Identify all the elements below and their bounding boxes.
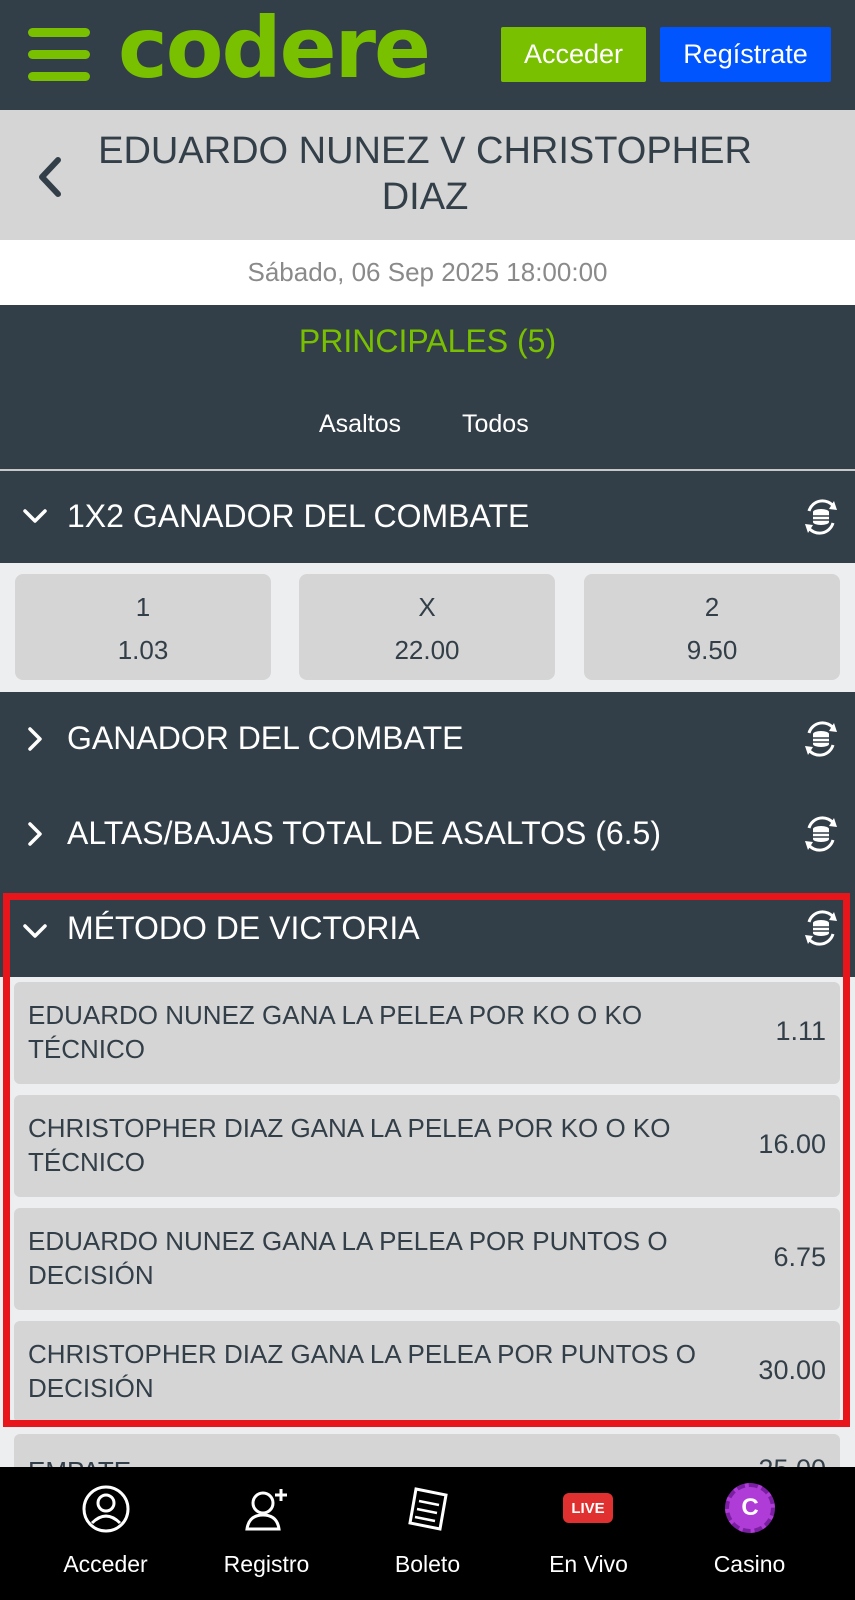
selection-odd: 1.11: [775, 1016, 826, 1046]
market-title: ALTAS/BAJAS TOTAL DE ASALTOS (6.5): [67, 815, 661, 851]
selection-name: EDUARDO NUNEZ GANA LA PELEA POR KO O KO …: [28, 1000, 643, 1064]
odd-button-2[interactable]: 2 9.50: [584, 574, 840, 680]
event-title-line1: EDUARDO NUNEZ V CHRISTOPHER: [98, 130, 752, 172]
market-title: 1X2 GANADOR DEL COMBATE: [67, 498, 530, 534]
bet-builder-icon[interactable]: [801, 497, 841, 537]
live-icon: LIVE: [563, 1493, 613, 1523]
login-button[interactable]: Acceder: [501, 27, 646, 82]
selection-odd: 16.00: [758, 1129, 826, 1159]
odd-label: X: [418, 592, 436, 622]
codere-logo[interactable]: codere: [118, 6, 431, 90]
chevron-down-icon: [23, 924, 47, 938]
nav-label: Casino: [713, 1551, 786, 1577]
odd-label: 1: [135, 592, 151, 622]
back-chevron-icon[interactable]: [30, 152, 70, 202]
odds-row-1x2: 1 1.03 X 22.00 2 9.50: [0, 564, 855, 692]
odd-value: 1.03: [117, 635, 169, 665]
nav-registro[interactable]: Registro: [181, 1467, 352, 1600]
nav-label: Acceder: [63, 1551, 148, 1577]
odd-value: 22.00: [394, 635, 460, 665]
selection-row[interactable]: CHRISTOPHER DIAZ GANA LA PELEA POR PUNTO…: [14, 1321, 840, 1423]
chevron-right-icon: [28, 727, 42, 751]
market-header-ganador[interactable]: GANADOR DEL COMBATE: [0, 692, 855, 787]
market-header-1x2[interactable]: 1X2 GANADOR DEL COMBATE: [0, 471, 855, 563]
odd-label: 2: [704, 592, 720, 622]
bottom-nav: Acceder Registro Boleto LIVE En Vivo C C…: [0, 1467, 855, 1600]
market-header-altas-bajas[interactable]: ALTAS/BAJAS TOTAL DE ASALTOS (6.5): [0, 787, 855, 882]
nav-casino[interactable]: C Casino: [664, 1467, 835, 1600]
top-header: codere Acceder Regístrate: [0, 0, 855, 110]
market-header-metodo[interactable]: MÉTODO DE VICTORIA: [0, 882, 855, 977]
register-button[interactable]: Regístrate: [660, 27, 831, 82]
nav-label: En Vivo: [549, 1551, 628, 1577]
chevron-down-icon: [23, 509, 47, 523]
nav-boleto[interactable]: Boleto: [342, 1467, 513, 1600]
nav-label: Registro: [223, 1551, 310, 1577]
event-datetime: Sábado, 06 Sep 2025 18:00:00: [0, 240, 855, 305]
selection-odd: 6.75: [773, 1242, 826, 1272]
tab-todos[interactable]: Todos: [462, 410, 529, 439]
selection-name: CHRISTOPHER DIAZ GANA LA PELEA POR PUNTO…: [28, 1339, 697, 1403]
add-user-icon: [245, 1489, 287, 1531]
tab-asaltos[interactable]: Asaltos: [319, 410, 401, 439]
market-tabs: PRINCIPALES (5) Asaltos Todos: [0, 305, 855, 470]
tab-principales[interactable]: PRINCIPALES (5): [0, 323, 855, 360]
user-icon: [82, 1485, 130, 1533]
ticket-icon: [408, 1487, 448, 1531]
casino-chip-icon: C: [725, 1483, 775, 1533]
market-title: MÉTODO DE VICTORIA: [67, 910, 420, 946]
selection-row[interactable]: EDUARDO NUNEZ GANA LA PELEA POR PUNTOS O…: [14, 1208, 840, 1310]
nav-label: Boleto: [394, 1551, 461, 1577]
nav-acceder[interactable]: Acceder: [20, 1467, 191, 1600]
chevron-right-icon: [28, 822, 42, 846]
selection-row[interactable]: EDUARDO NUNEZ GANA LA PELEA POR KO O KO …: [14, 982, 840, 1084]
hamburger-menu-icon[interactable]: [28, 28, 90, 82]
event-title: EDUARDO NUNEZ V CHRISTOPHER DIAZ: [90, 128, 760, 220]
selection-name: EDUARDO NUNEZ GANA LA PELEA POR PUNTOS O…: [28, 1226, 668, 1290]
selection-row[interactable]: CHRISTOPHER DIAZ GANA LA PELEA POR KO O …: [14, 1095, 840, 1197]
event-title-line2: DIAZ: [381, 176, 469, 218]
market-title: GANADOR DEL COMBATE: [67, 720, 464, 756]
bet-builder-icon[interactable]: [801, 814, 841, 854]
selection-name: CHRISTOPHER DIAZ GANA LA PELEA POR KO O …: [28, 1113, 671, 1177]
odd-button-1[interactable]: 1 1.03: [15, 574, 271, 680]
event-title-bar: EDUARDO NUNEZ V CHRISTOPHER DIAZ: [0, 110, 855, 240]
bet-builder-icon[interactable]: [801, 719, 841, 759]
odd-value: 9.50: [686, 635, 738, 665]
bet-builder-icon[interactable]: [801, 908, 841, 948]
selection-odd: 30.00: [758, 1355, 826, 1385]
odd-button-x[interactable]: X 22.00: [299, 574, 555, 680]
nav-en-vivo[interactable]: LIVE En Vivo: [503, 1467, 674, 1600]
